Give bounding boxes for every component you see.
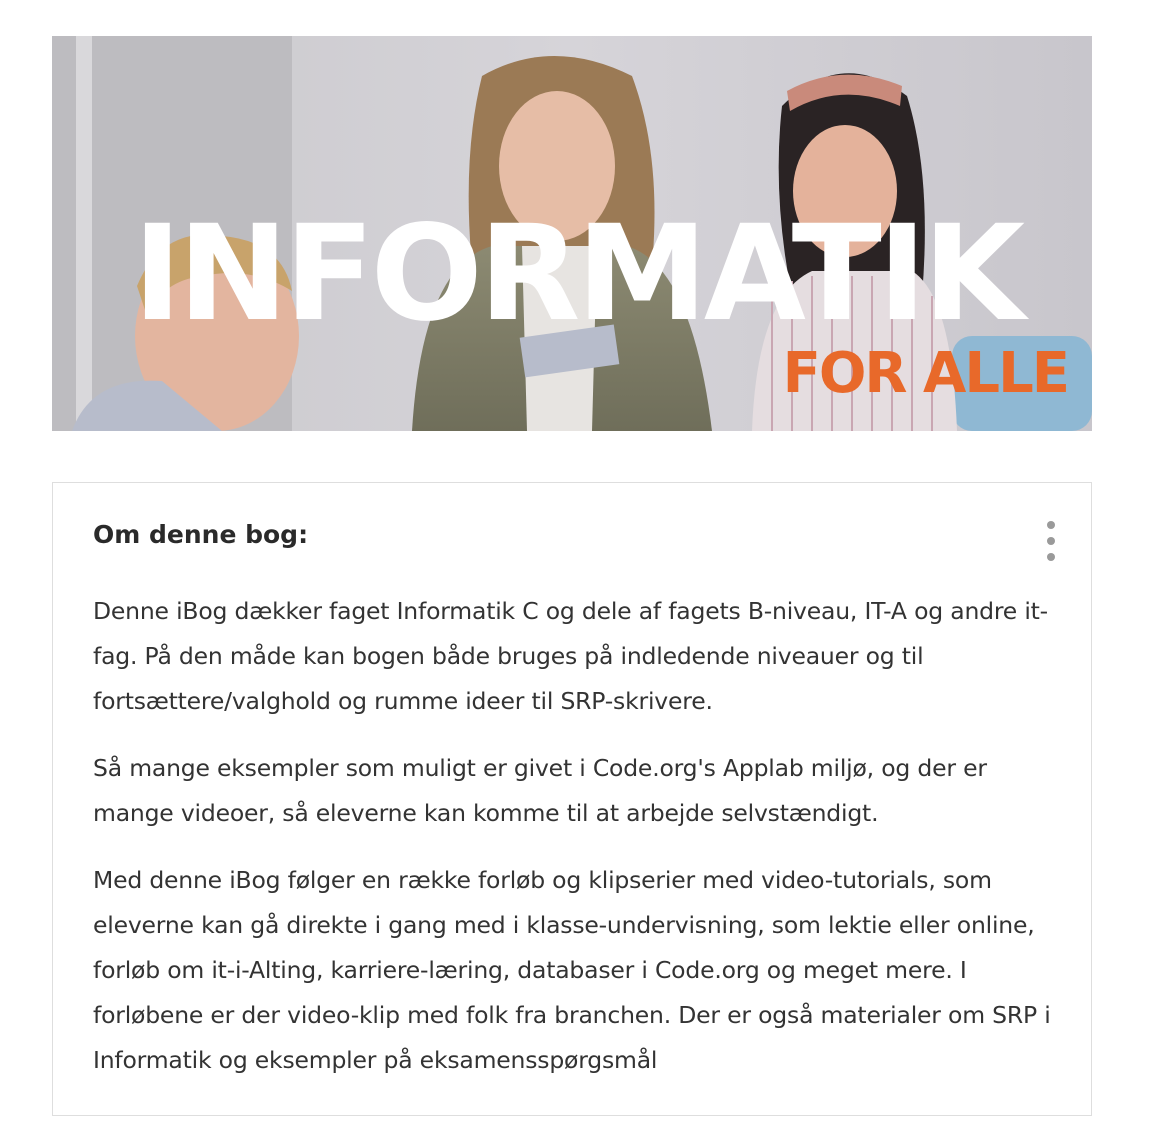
banner-title: INFORMATIK bbox=[132, 197, 1025, 351]
more-vertical-icon[interactable] bbox=[1043, 521, 1059, 561]
about-paragraph-1: Denne iBog dækker faget Informatik C og … bbox=[93, 597, 1048, 715]
banner-subtitle: FOR ALLE bbox=[782, 341, 1070, 406]
about-paragraph-3: Med denne iBog følger en række forløb og… bbox=[93, 866, 1051, 1074]
page: INFORMATIK FOR ALLE Om denne bog: Denne … bbox=[0, 0, 1156, 1144]
about-book-card: Om denne bog: Denne iBog dækker faget In… bbox=[52, 482, 1092, 1116]
about-paragraph-2: Så mange eksempler som muligt er givet i… bbox=[93, 754, 987, 827]
card-heading: Om denne bog: bbox=[93, 520, 309, 549]
cover-banner: INFORMATIK FOR ALLE bbox=[52, 36, 1092, 431]
card-body: Denne iBog dækker faget Informatik C og … bbox=[93, 589, 1073, 1105]
